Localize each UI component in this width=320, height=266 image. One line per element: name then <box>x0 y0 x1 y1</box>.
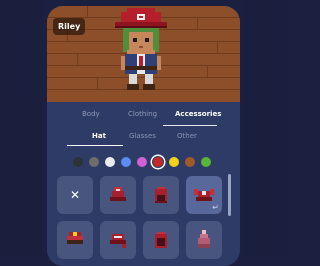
character-customizer-panel: Riley Body Clothing Accessories Hat Glas… <box>47 6 240 266</box>
item-none-button[interactable]: ✕ <box>57 176 93 214</box>
bandana-cap-icon <box>110 234 126 248</box>
color-swatch-pink[interactable] <box>137 157 147 167</box>
accessory-subtabs: Hat Glasses Other <box>47 132 240 150</box>
beanie-icon <box>198 230 210 248</box>
helmet-icon <box>155 187 167 203</box>
color-swatch-green[interactable] <box>201 157 211 167</box>
item-grid-scrollbar[interactable] <box>228 174 231 216</box>
color-swatch-white[interactable] <box>105 157 115 167</box>
color-swatch-brown[interactable] <box>185 157 195 167</box>
none-x-icon: ✕ <box>69 188 81 202</box>
item-pirate-hat-button[interactable]: ↵ <box>186 176 222 214</box>
backdrop-right <box>242 0 287 257</box>
subtab-other[interactable]: Other <box>177 132 197 140</box>
character-preview: Riley <box>47 6 240 102</box>
item-helmet-button[interactable] <box>143 176 179 214</box>
backdrop-left <box>0 0 42 257</box>
hood-icon <box>155 232 167 248</box>
subtab-hat[interactable]: Hat <box>92 132 106 140</box>
captain-hat-icon <box>67 232 83 244</box>
color-swatch-blue[interactable] <box>121 157 131 167</box>
tab-body[interactable]: Body <box>82 110 100 118</box>
color-swatch-gray[interactable] <box>89 157 99 167</box>
active-subtab-underline <box>67 145 123 146</box>
pirate-hat-icon <box>194 189 214 201</box>
item-beanie-button[interactable] <box>186 221 222 259</box>
subtab-glasses[interactable]: Glasses <box>129 132 156 140</box>
active-tab-underline <box>163 125 217 126</box>
pirate-avatar-sprite <box>115 8 167 90</box>
tab-clothing[interactable]: Clothing <box>128 110 157 118</box>
color-swatch-black[interactable] <box>73 157 83 167</box>
item-cap-button[interactable] <box>100 176 136 214</box>
color-swatch-red[interactable] <box>153 157 163 167</box>
color-swatch-yellow[interactable] <box>169 157 179 167</box>
character-name-tag: Riley <box>53 18 86 35</box>
item-bandana-cap-button[interactable] <box>100 221 136 259</box>
item-captain-hat-button[interactable] <box>57 221 93 259</box>
equipped-marker: ↵ <box>212 203 219 212</box>
item-hood-button[interactable] <box>143 221 179 259</box>
cap-icon <box>110 187 126 201</box>
tab-accessories[interactable]: Accessories <box>175 110 221 118</box>
category-tabs: Body Clothing Accessories <box>47 110 240 130</box>
